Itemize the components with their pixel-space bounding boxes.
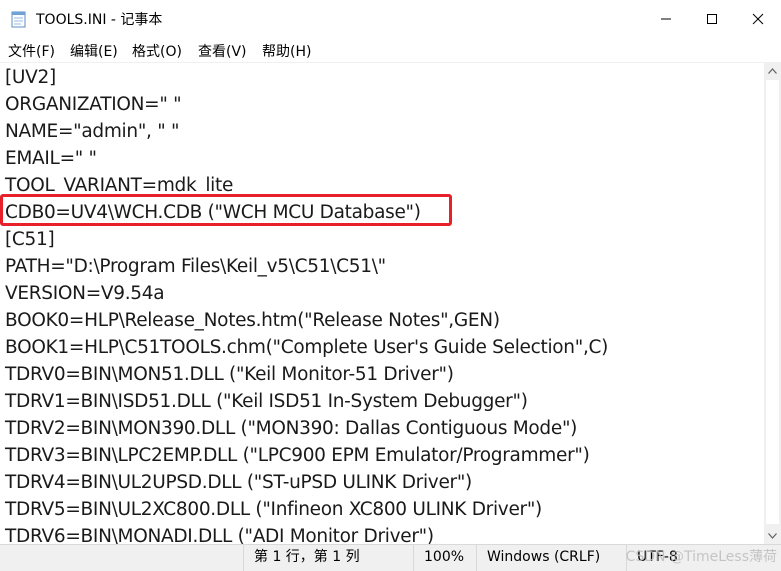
highlight-box (0, 194, 452, 226)
line-ending: Windows (CRLF) (476, 545, 626, 571)
editor-line: BOOK0=HLP\Release_Notes.htm("Release Not… (5, 310, 500, 331)
scroll-up-button[interactable] (764, 62, 781, 79)
notepad-icon (11, 10, 27, 28)
cursor-position: 第 1 行，第 1 列 (243, 545, 413, 571)
editor-line: TDRV1=BIN\ISD51.DLL ("Keil ISD51 In-Syst… (5, 391, 528, 412)
vertical-scrollbar[interactable] (764, 62, 781, 544)
editor-line: TDRV5=BIN\UL2XC800.DLL ("Infineon XC800 … (5, 499, 542, 520)
chevron-up-icon (768, 67, 777, 74)
close-button[interactable] (735, 0, 781, 37)
zoom-level: 100% (413, 545, 476, 571)
editor-line: VERSION=V9.54a (5, 283, 165, 304)
editor-line: ORGANIZATION=" " (5, 94, 182, 115)
menu-file[interactable]: 文件(F) (8, 41, 55, 61)
close-icon (752, 13, 764, 24)
editor-line: BOOK1=HLP\C51TOOLS.chm("Complete User's … (5, 337, 609, 358)
text-editor[interactable]: [UV2] ORGANIZATION=" " NAME="admin", " "… (0, 62, 764, 545)
editor-line: [UV2] (5, 67, 56, 88)
scrollbar-thumb[interactable] (766, 80, 779, 524)
menu-edit[interactable]: 编辑(E) (70, 41, 118, 61)
title-bar[interactable]: TOOLS.INI - 记事本 (0, 0, 781, 37)
chevron-down-icon (768, 532, 777, 539)
editor-line: EMAIL=" " (5, 148, 97, 169)
maximize-button[interactable] (689, 0, 735, 37)
maximize-icon (707, 13, 717, 24)
menu-bar: 文件(F) 编辑(E) 格式(O) 查看(V) 帮助(H) (0, 37, 781, 62)
scroll-down-button[interactable] (764, 527, 781, 544)
menu-format[interactable]: 格式(O) (132, 41, 182, 61)
menu-view[interactable]: 查看(V) (198, 41, 247, 61)
minimize-icon (661, 18, 671, 19)
editor-line: TDRV2=BIN\MON390.DLL ("MON390: Dallas Co… (5, 418, 578, 439)
minimize-button[interactable] (643, 0, 689, 37)
editor-line: TDRV4=BIN\UL2UPSD.DLL ("ST-uPSD ULINK Dr… (5, 472, 472, 493)
editor-line: TDRV3=BIN\LPC2EMP.DLL ("LPC900 EPM Emula… (5, 445, 590, 466)
editor-line: TDRV0=BIN\MON51.DLL ("Keil Monitor-51 Dr… (5, 364, 454, 385)
watermark: CSDN @TimeLess薄荷 (625, 549, 777, 565)
editor-line: NAME="admin", " " (5, 121, 180, 142)
window-title: TOOLS.INI - 记事本 (36, 12, 163, 28)
menu-help[interactable]: 帮助(H) (262, 41, 311, 61)
editor-line: TDRV6=BIN\MONADI.DLL ("ADI Monitor Drive… (5, 526, 434, 545)
editor-line: [C51] (5, 229, 55, 250)
editor-line: PATH="D:\Program Files\Keil_v5\C51\C51\" (5, 256, 386, 277)
